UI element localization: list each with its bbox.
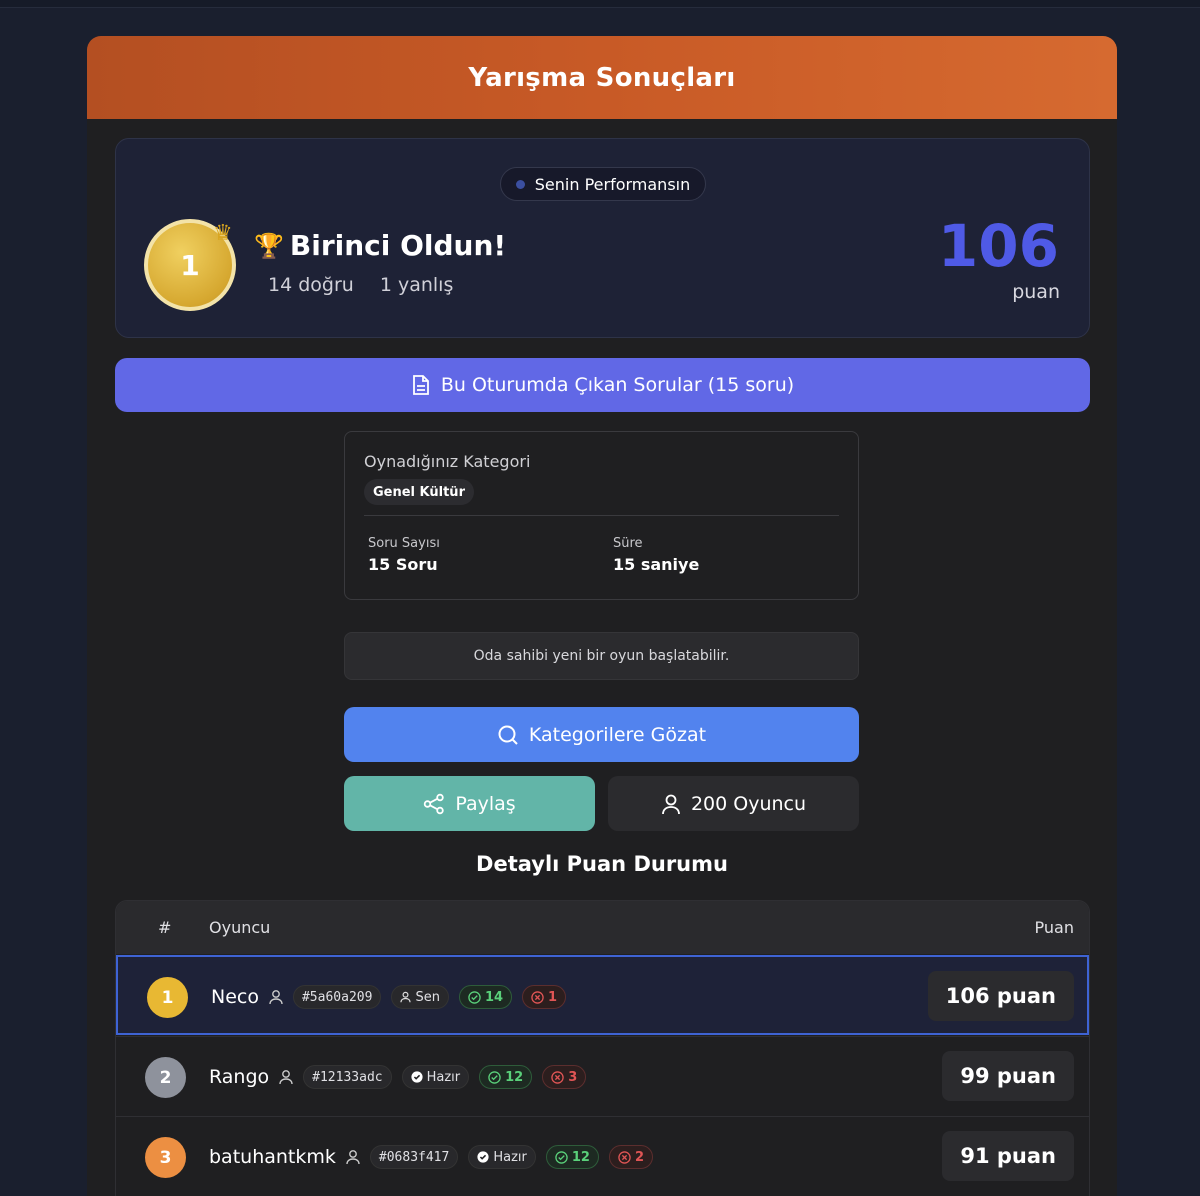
wrong-value: 3 [568,1069,578,1085]
x-circle-icon [531,990,544,1004]
performance-stats: 14 doğru 1 yanlış [268,274,453,296]
score-pill: 91 puan [942,1131,1074,1181]
correct-chip: 12 [479,1065,533,1089]
correct-value: 12 [571,1149,590,1165]
user-icon [269,989,283,1005]
search-icon [498,725,518,745]
leaderboard-header: # Oyuncu Puan [116,901,1089,954]
wrong-value: 1 [548,989,558,1005]
user-icon [279,1069,293,1085]
share-label: Paylaş [455,792,516,815]
player-id-chip: #5a60a209 [292,985,382,1009]
player-status-label: Hazır [426,1069,461,1085]
correct-chip: 14 [458,985,513,1009]
player-name: batuhantkmk [209,1146,336,1168]
player-status-chip: Hazır [468,1145,536,1169]
correct-count: 14 doğru [268,274,354,296]
category-divider [364,515,839,516]
session-questions-label: Bu Oturumda Çıkan Sorular (15 soru) [440,374,795,396]
leaderboard-table: # Oyuncu Puan 1 Neco #5a60a209 Sen 14 1 … [115,900,1090,1196]
check-circle-icon [468,990,481,1004]
player-status-chip: Hazır [401,1065,470,1089]
rank-badge: 2 [145,1057,186,1098]
table-row[interactable]: 3 batuhantkmk #0683f417 Hazır 12 2 91 pu… [116,1116,1089,1196]
correct-value: 12 [505,1069,524,1085]
player-role-label: Sen [415,989,440,1005]
performance-score: 106 [937,212,1059,280]
check-circle-icon [555,1150,568,1164]
performance-pill-label: Senin Performansın [534,174,691,194]
player-role-chip: Sen [391,985,449,1009]
performance-title: 🏆 Birinci Oldun! [254,229,506,262]
trophy-icon: 🏆 [254,231,284,260]
user-icon [346,1149,360,1165]
player-name: Neco [211,986,259,1008]
category-tag: Genel Kültür [364,479,474,505]
share-button[interactable]: Paylaş [344,776,595,831]
wrong-chip: 2 [608,1145,654,1169]
correct-chip: 12 [545,1145,599,1169]
player-info: Rango #12133adc Hazır 12 3 [209,1065,587,1089]
performance-panel: Senin Performansın 1 ♛ 🏆 Birinci Oldun! … [115,138,1090,338]
player-id-chip: #0683f417 [369,1145,459,1169]
time-value: 15 saniye [613,555,700,574]
table-row[interactable]: 2 Rango #12133adc Hazır 12 3 99 puan [116,1036,1089,1116]
question-count-info: Soru Sayısı 15 Soru [368,536,440,574]
column-rank: # [158,918,172,937]
column-score: Puan [1034,918,1074,937]
host-notice: Oda sahibi yeni bir oyun başlatabilir. [344,632,859,680]
share-icon [424,793,445,814]
category-label: Oynadığınız Kategori [364,452,531,471]
question-count-value: 15 Soru [368,555,438,574]
performance-title-text: Birinci Oldun! [289,229,507,262]
x-circle-icon [551,1070,564,1084]
browse-categories-label: Kategorilere Gözat [528,723,707,746]
wrong-value: 2 [634,1149,645,1165]
browse-categories-button[interactable]: Kategorilere Gözat [344,707,859,762]
question-count-label: Soru Sayısı [368,536,440,551]
score-pill: 99 puan [942,1051,1074,1101]
top-bar [0,0,1200,8]
player-id-chip: #12133adc [303,1065,392,1089]
table-row[interactable]: 1 Neco #5a60a209 Sen 14 1 106 puan [116,955,1089,1035]
player-name: Rango [209,1066,270,1088]
player-info: batuhantkmk #0683f417 Hazır 12 2 [209,1145,654,1169]
check-circle-icon [488,1070,501,1084]
results-header: Yarışma Sonuçları [87,36,1117,119]
document-icon [412,375,429,395]
x-circle-icon [618,1150,631,1164]
user-icon [662,794,680,814]
status-dot-icon [515,179,525,189]
performance-score-unit: puan [1012,281,1060,303]
player-info: Neco #5a60a209 Sen 14 1 [211,985,567,1009]
user-icon [400,991,412,1003]
rank-badge: 3 [145,1137,186,1178]
category-info-box: Oynadığınız Kategori Genel Kültür Soru S… [344,431,859,600]
rank-badge: 1 [147,977,188,1018]
players-button[interactable]: 200 Oyuncu [608,776,859,831]
time-label: Süre [613,536,643,551]
correct-value: 14 [484,989,504,1005]
player-status-label: Hazır [493,1149,527,1165]
check-circle-icon [411,1071,423,1083]
time-info: Süre 15 saniye [613,536,699,574]
performance-pill: Senin Performansın [500,167,706,201]
score-pill: 106 puan [927,971,1074,1021]
results-card: Yarışma Sonuçları Senin Performansın 1 ♛… [87,36,1117,1196]
wrong-chip: 3 [542,1065,587,1089]
players-label: 200 Oyuncu [690,792,807,815]
wrong-chip: 1 [522,985,567,1009]
check-circle-icon [477,1151,489,1163]
leaderboard-title: Detaylı Puan Durumu [476,852,728,876]
session-questions-button[interactable]: Bu Oturumda Çıkan Sorular (15 soru) [115,358,1090,412]
page-title: Yarışma Sonuçları [468,62,736,93]
crown-icon: ♛ [213,221,233,246]
wrong-count: 1 yanlış [379,274,454,296]
column-player: Oyuncu [209,918,271,937]
rank-medal-number: 1 [180,248,200,282]
